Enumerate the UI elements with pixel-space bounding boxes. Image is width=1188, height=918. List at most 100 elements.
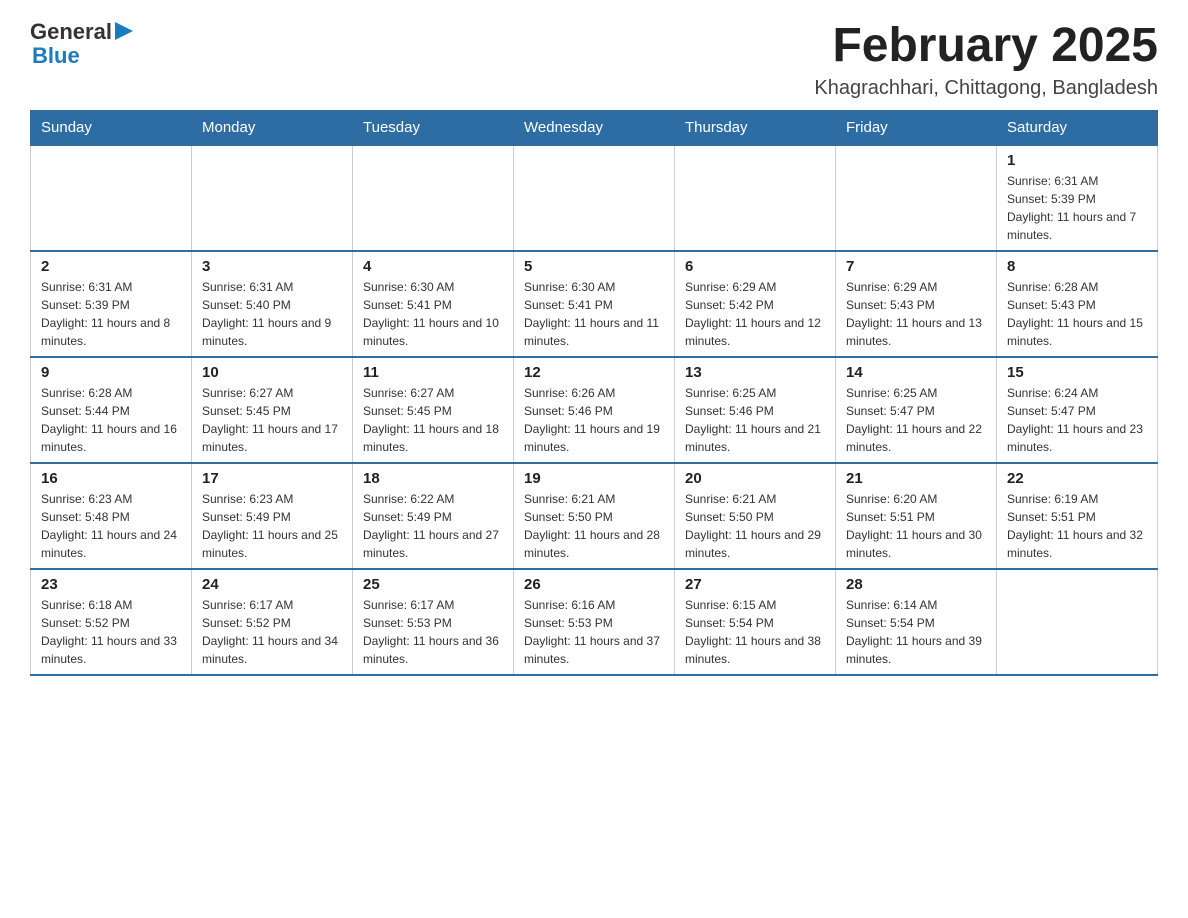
- day-cell: 17 Sunrise: 6:23 AMSunset: 5:49 PMDayligh…: [192, 463, 353, 569]
- day-cell: 20 Sunrise: 6:21 AMSunset: 5:50 PMDayligh…: [675, 463, 836, 569]
- day-info: Sunrise: 6:18 AMSunset: 5:52 PMDaylight:…: [41, 596, 181, 668]
- weekday-header-monday: Monday: [192, 110, 353, 145]
- day-info: Sunrise: 6:14 AMSunset: 5:54 PMDaylight:…: [846, 596, 986, 668]
- title-section: February 2025 Khagrachhari, Chittagong, …: [814, 20, 1158, 100]
- day-number: 5: [524, 258, 664, 275]
- day-info: Sunrise: 6:29 AMSunset: 5:42 PMDaylight:…: [685, 278, 825, 350]
- day-cell: 15 Sunrise: 6:24 AMSunset: 5:47 PMDayligh…: [997, 357, 1158, 463]
- day-number: 13: [685, 364, 825, 381]
- day-number: 28: [846, 576, 986, 593]
- day-number: 3: [202, 258, 342, 275]
- day-cell: [997, 569, 1158, 675]
- day-info: Sunrise: 6:31 AMSunset: 5:40 PMDaylight:…: [202, 278, 342, 350]
- day-number: 4: [363, 258, 503, 275]
- week-row-1: 1Sunrise: 6:31 AMSunset: 5:39 PMDaylight…: [31, 145, 1158, 251]
- day-cell: 3 Sunrise: 6:31 AMSunset: 5:40 PMDaylight…: [192, 251, 353, 357]
- day-cell: 26 Sunrise: 6:16 AMSunset: 5:53 PMDayligh…: [514, 569, 675, 675]
- logo-text-group: General Blue: [30, 20, 133, 68]
- day-number: 16: [41, 470, 181, 487]
- day-info: Sunrise: 6:25 AMSunset: 5:47 PMDaylight:…: [846, 384, 986, 456]
- week-row-4: 16 Sunrise: 6:23 AMSunset: 5:48 PMDayligh…: [31, 463, 1158, 569]
- day-cell: 24 Sunrise: 6:17 AMSunset: 5:52 PMDayligh…: [192, 569, 353, 675]
- logo-blue: Blue: [32, 44, 80, 68]
- page-header: General Blue February 2025 Khagrachhari,…: [30, 20, 1158, 100]
- day-cell: 7 Sunrise: 6:29 AMSunset: 5:43 PMDaylight…: [836, 251, 997, 357]
- day-cell: 23 Sunrise: 6:18 AMSunset: 5:52 PMDayligh…: [31, 569, 192, 675]
- day-cell: 6 Sunrise: 6:29 AMSunset: 5:42 PMDaylight…: [675, 251, 836, 357]
- day-info: Sunrise: 6:25 AMSunset: 5:46 PMDaylight:…: [685, 384, 825, 456]
- week-row-2: 2Sunrise: 6:31 AMSunset: 5:39 PMDaylight…: [31, 251, 1158, 357]
- day-info: Sunrise: 6:23 AMSunset: 5:49 PMDaylight:…: [202, 490, 342, 562]
- day-number: 26: [524, 576, 664, 593]
- day-info: Sunrise: 6:30 AMSunset: 5:41 PMDaylight:…: [363, 278, 503, 350]
- day-number: 6: [685, 258, 825, 275]
- day-number: 25: [363, 576, 503, 593]
- day-number: 7: [846, 258, 986, 275]
- weekday-header-friday: Friday: [836, 110, 997, 145]
- day-number: 21: [846, 470, 986, 487]
- day-cell: 14Sunrise: 6:25 AMSunset: 5:47 PMDayligh…: [836, 357, 997, 463]
- day-number: 11: [363, 364, 503, 381]
- day-number: 9: [41, 364, 181, 381]
- day-cell: 5Sunrise: 6:30 AMSunset: 5:41 PMDaylight…: [514, 251, 675, 357]
- weekday-header-sunday: Sunday: [31, 110, 192, 145]
- day-cell: 19Sunrise: 6:21 AMSunset: 5:50 PMDayligh…: [514, 463, 675, 569]
- day-info: Sunrise: 6:19 AMSunset: 5:51 PMDaylight:…: [1007, 490, 1147, 562]
- day-number: 22: [1007, 470, 1147, 487]
- day-info: Sunrise: 6:24 AMSunset: 5:47 PMDaylight:…: [1007, 384, 1147, 456]
- day-number: 24: [202, 576, 342, 593]
- day-number: 17: [202, 470, 342, 487]
- day-number: 18: [363, 470, 503, 487]
- day-info: Sunrise: 6:16 AMSunset: 5:53 PMDaylight:…: [524, 596, 664, 668]
- day-cell: [192, 145, 353, 251]
- day-info: Sunrise: 6:15 AMSunset: 5:54 PMDaylight:…: [685, 596, 825, 668]
- day-info: Sunrise: 6:21 AMSunset: 5:50 PMDaylight:…: [685, 490, 825, 562]
- day-info: Sunrise: 6:26 AMSunset: 5:46 PMDaylight:…: [524, 384, 664, 456]
- logo-general: General: [30, 20, 112, 44]
- day-info: Sunrise: 6:22 AMSunset: 5:49 PMDaylight:…: [363, 490, 503, 562]
- day-cell: 22 Sunrise: 6:19 AMSunset: 5:51 PMDayligh…: [997, 463, 1158, 569]
- day-cell: [353, 145, 514, 251]
- week-row-5: 23 Sunrise: 6:18 AMSunset: 5:52 PMDayligh…: [31, 569, 1158, 675]
- day-info: Sunrise: 6:27 AMSunset: 5:45 PMDaylight:…: [363, 384, 503, 456]
- day-number: 20: [685, 470, 825, 487]
- weekday-header-saturday: Saturday: [997, 110, 1158, 145]
- day-cell: 11 Sunrise: 6:27 AMSunset: 5:45 PMDayligh…: [353, 357, 514, 463]
- day-cell: 9Sunrise: 6:28 AMSunset: 5:44 PMDaylight…: [31, 357, 192, 463]
- logo-arrow-icon: [115, 20, 133, 42]
- calendar-title: February 2025: [814, 20, 1158, 73]
- day-info: Sunrise: 6:17 AMSunset: 5:52 PMDaylight:…: [202, 596, 342, 668]
- day-cell: 8Sunrise: 6:28 AMSunset: 5:43 PMDaylight…: [997, 251, 1158, 357]
- weekday-header-tuesday: Tuesday: [353, 110, 514, 145]
- weekday-header-row: SundayMondayTuesdayWednesdayThursdayFrid…: [31, 110, 1158, 145]
- day-number: 1: [1007, 152, 1147, 169]
- week-row-3: 9Sunrise: 6:28 AMSunset: 5:44 PMDaylight…: [31, 357, 1158, 463]
- day-info: Sunrise: 6:29 AMSunset: 5:43 PMDaylight:…: [846, 278, 986, 350]
- day-cell: [675, 145, 836, 251]
- day-info: Sunrise: 6:27 AMSunset: 5:45 PMDaylight:…: [202, 384, 342, 456]
- day-info: Sunrise: 6:20 AMSunset: 5:51 PMDaylight:…: [846, 490, 986, 562]
- day-number: 10: [202, 364, 342, 381]
- logo: General Blue: [30, 20, 133, 68]
- weekday-header-wednesday: Wednesday: [514, 110, 675, 145]
- day-cell: 4 Sunrise: 6:30 AMSunset: 5:41 PMDaylight…: [353, 251, 514, 357]
- day-cell: 13 Sunrise: 6:25 AMSunset: 5:46 PMDayligh…: [675, 357, 836, 463]
- day-cell: 16 Sunrise: 6:23 AMSunset: 5:48 PMDayligh…: [31, 463, 192, 569]
- day-number: 23: [41, 576, 181, 593]
- day-cell: 21 Sunrise: 6:20 AMSunset: 5:51 PMDayligh…: [836, 463, 997, 569]
- calendar-table: SundayMondayTuesdayWednesdayThursdayFrid…: [30, 110, 1158, 676]
- calendar-subtitle: Khagrachhari, Chittagong, Bangladesh: [814, 77, 1158, 100]
- day-cell: 27Sunrise: 6:15 AMSunset: 5:54 PMDayligh…: [675, 569, 836, 675]
- day-number: 19: [524, 470, 664, 487]
- day-cell: [836, 145, 997, 251]
- day-info: Sunrise: 6:17 AMSunset: 5:53 PMDaylight:…: [363, 596, 503, 668]
- day-cell: [514, 145, 675, 251]
- day-cell: 2Sunrise: 6:31 AMSunset: 5:39 PMDaylight…: [31, 251, 192, 357]
- day-number: 12: [524, 364, 664, 381]
- day-number: 15: [1007, 364, 1147, 381]
- day-info: Sunrise: 6:23 AMSunset: 5:48 PMDaylight:…: [41, 490, 181, 562]
- day-cell: [31, 145, 192, 251]
- day-number: 8: [1007, 258, 1147, 275]
- day-cell: 10 Sunrise: 6:27 AMSunset: 5:45 PMDayligh…: [192, 357, 353, 463]
- day-cell: 18 Sunrise: 6:22 AMSunset: 5:49 PMDayligh…: [353, 463, 514, 569]
